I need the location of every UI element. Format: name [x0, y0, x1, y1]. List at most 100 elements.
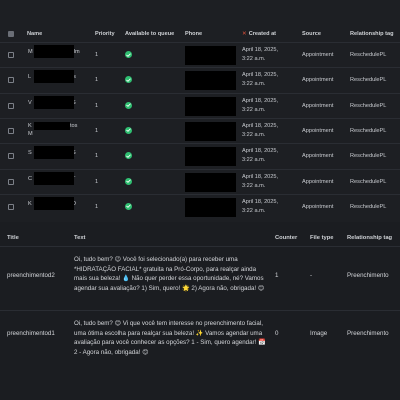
- redacted-phone: [185, 197, 236, 217]
- template-relationship-tag: Preenchimento: [347, 330, 389, 337]
- contact-source: Appointment: [302, 102, 334, 109]
- template-row[interactable]: preenchimentod2 Oi, tudo bem? 😉 Você foi…: [0, 246, 400, 310]
- column-header-counter[interactable]: Counter: [275, 232, 297, 244]
- contact-created-date: April 18, 2025,: [242, 198, 279, 205]
- template-title: preenchimentod1: [7, 330, 55, 337]
- contact-created-date: April 18, 2025,: [242, 72, 279, 79]
- template-text: Oi, tudo bem? 😉 Você foi selecionado(a) …: [74, 256, 265, 292]
- redacted-name: [34, 146, 74, 160]
- row-checkbox[interactable]: [8, 77, 14, 84]
- column-header-created-label: Created at: [248, 31, 277, 37]
- contact-created-time: 3:22 a.m.: [242, 81, 266, 88]
- redacted-phone: [185, 46, 236, 65]
- contact-name-part: M: [28, 49, 33, 55]
- column-header-available[interactable]: Available to queue: [125, 27, 174, 41]
- row-checkbox[interactable]: [8, 102, 14, 109]
- template-row[interactable]: preenchimentod1 Oi, tudo bem? 😊 Vi que v…: [0, 310, 400, 380]
- contact-created-date: April 18, 2025,: [242, 173, 279, 180]
- redacted-name: [34, 171, 74, 185]
- contact-priority: 1: [95, 102, 99, 109]
- column-header-priority[interactable]: Priority: [95, 27, 115, 41]
- check-circle-icon: [125, 126, 132, 134]
- contact-relationship-tag: ReschedulePL: [350, 52, 387, 58]
- contacts-table: Name Priority Available to queue Phone ✕…: [0, 0, 400, 222]
- contact-created-date: April 18, 2025,: [242, 97, 279, 104]
- contact-created-time: 3:22 a.m.: [242, 207, 266, 214]
- column-header-source[interactable]: Source: [302, 27, 321, 41]
- template-title: preenchimentod2: [7, 272, 55, 279]
- check-circle-icon: [125, 202, 132, 210]
- template-text: Oi, tudo bem? 😊 Vi que você tem interess…: [74, 320, 266, 356]
- contact-source: Appointment: [302, 178, 334, 185]
- check-circle-icon: [125, 51, 132, 58]
- redacted-name: [34, 95, 74, 109]
- template-file-type: -: [310, 272, 313, 279]
- contact-source: Appointment: [302, 203, 334, 210]
- contact-created-time: 3:22 a.m.: [242, 56, 266, 62]
- template-counter: 1: [275, 272, 279, 279]
- check-circle-icon: [125, 152, 132, 160]
- contact-relationship-tag: ReschedulePL: [350, 153, 387, 160]
- contact-created-date: April 18, 2025,: [242, 148, 279, 155]
- contact-row[interactable]: CT1April 18, 2025,3:22 a.m.AppointmentRe…: [0, 168, 400, 194]
- contact-relationship-tag: ReschedulePL: [350, 102, 387, 109]
- contact-priority: 1: [95, 178, 99, 185]
- column-header-relationship[interactable]: Relationship tag: [350, 27, 394, 41]
- row-checkbox[interactable]: [8, 203, 14, 210]
- close-x-icon[interactable]: ✕: [242, 31, 247, 37]
- column-header-relationship-tag[interactable]: Relationship tag: [347, 232, 392, 244]
- column-header-name[interactable]: Name: [27, 27, 42, 41]
- contact-created-time: 3:22 a.m.: [242, 106, 266, 113]
- templates-table: Title Text Counter File type Relationshi…: [0, 222, 400, 400]
- redacted-phone: [185, 96, 236, 116]
- contact-source: Appointment: [302, 52, 334, 58]
- redacted-name: [34, 70, 74, 84]
- contact-row[interactable]: M Alm 1 April 18, 2025, 3:22 a.m. Appointment…: [0, 42, 400, 67]
- contact-priority: 1: [95, 153, 99, 160]
- contact-name-part: K: [28, 122, 32, 129]
- contact-source: Appointment: [302, 127, 334, 134]
- contact-relationship-tag: ReschedulePL: [350, 203, 387, 210]
- column-header-title[interactable]: Title: [7, 232, 19, 244]
- select-all-checkbox[interactable]: [8, 31, 14, 37]
- redacted-phone: [185, 172, 236, 192]
- contact-created-time: 3:22 a.m.: [242, 157, 266, 164]
- contact-source: Appointment: [302, 153, 334, 160]
- redacted-name: [34, 121, 70, 130]
- contact-relationship-tag: ReschedulePL: [350, 178, 387, 185]
- contact-created-date: April 18, 2025,: [242, 122, 279, 129]
- contact-priority: 1: [95, 127, 99, 134]
- row-checkbox[interactable]: [8, 127, 14, 134]
- contact-source: Appointment: [302, 77, 334, 84]
- column-header-text[interactable]: Text: [74, 232, 86, 244]
- redacted-phone: [185, 121, 236, 141]
- contact-row[interactable]: Los1April 18, 2025,3:22 a.m.AppointmentR…: [0, 67, 400, 92]
- template-counter: 0: [275, 330, 279, 337]
- contact-name-part: S: [28, 150, 32, 157]
- contact-priority: 1: [95, 77, 99, 84]
- column-header-file-type[interactable]: File type: [310, 232, 334, 244]
- redacted-phone: [185, 147, 236, 167]
- contact-priority: 1: [95, 52, 99, 58]
- contact-row[interactable]: SS1April 18, 2025,3:22 a.m.AppointmentRe…: [0, 143, 400, 168]
- contact-row[interactable]: Ktos M 1 April 18, 2025, 3:22 a.m. Appointmen…: [0, 117, 400, 143]
- check-circle-icon: [125, 177, 132, 185]
- contact-relationship-tag: ReschedulePL: [350, 77, 387, 84]
- contact-relationship-tag: ReschedulePL: [350, 127, 387, 134]
- contact-priority: 1: [95, 203, 99, 210]
- check-circle-icon: [125, 76, 132, 84]
- contact-created-date: April 18, 2025,: [242, 47, 279, 53]
- contacts-table-header: Name Priority Available to queue Phone ✕…: [0, 27, 400, 41]
- row-checkbox[interactable]: [8, 52, 14, 58]
- template-relationship-tag: Preenchimento: [347, 272, 389, 279]
- row-checkbox[interactable]: [8, 178, 14, 185]
- column-header-phone[interactable]: Phone: [185, 27, 202, 41]
- template-file-type: Image: [310, 330, 328, 337]
- column-header-created[interactable]: ✕ Created at: [242, 27, 276, 41]
- check-circle-icon: [125, 101, 132, 109]
- row-checkbox[interactable]: [8, 153, 14, 160]
- contact-name-part: tos: [70, 122, 78, 129]
- contact-row[interactable]: K D 1 April 18, 2025, 3:22 a.m. Appointment Re…: [0, 193, 400, 219]
- contact-row[interactable]: VS1April 18, 2025,3:22 a.m.AppointmentRe…: [0, 92, 400, 118]
- redacted-phone: [185, 71, 236, 91]
